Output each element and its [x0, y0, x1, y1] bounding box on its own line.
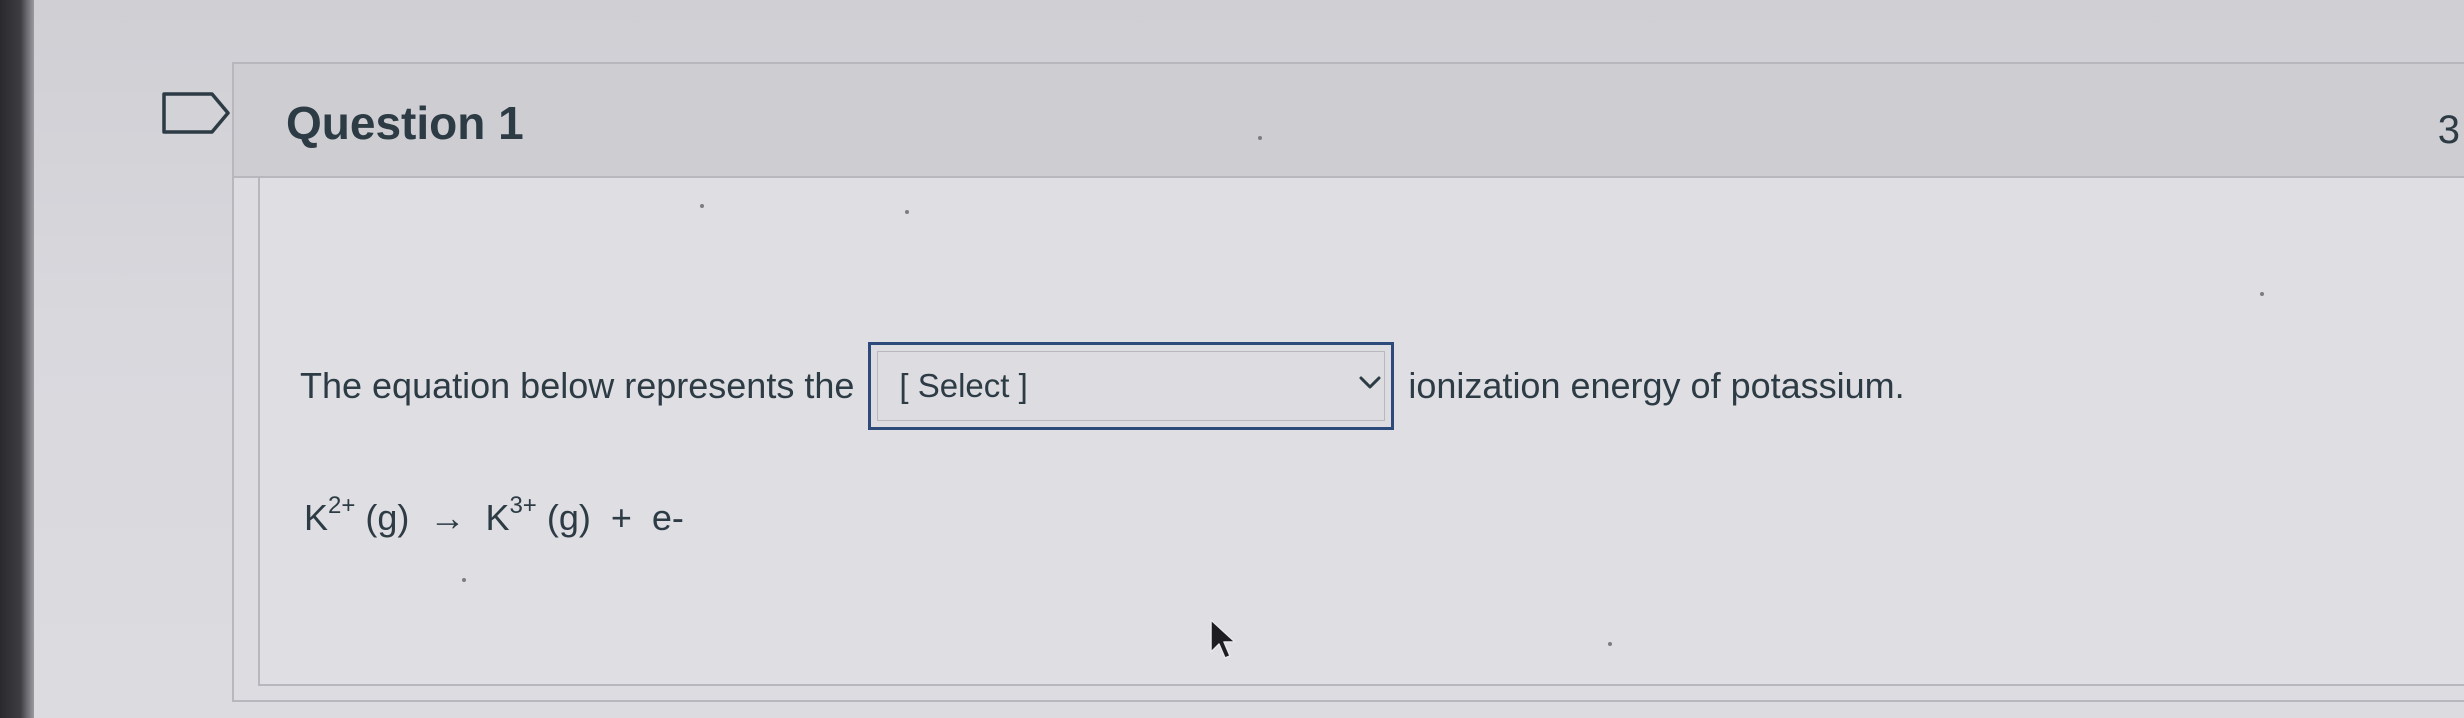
plus-sign: + [610, 497, 632, 538]
question-sentence: The equation below represents the [ Sele… [300, 342, 1905, 430]
screen-speck [2260, 292, 2264, 296]
reaction-arrow: → [429, 497, 466, 538]
screen: Question 1 3 The equation below represen… [0, 0, 2464, 718]
chemical-equation: K2+ (g) → K3+ (g) + e- [304, 492, 684, 539]
monitor-bezel [0, 0, 34, 718]
screen-speck [1608, 642, 1612, 646]
screen-speck [1258, 136, 1262, 140]
screen-speck [462, 578, 466, 582]
product-state: (g) [546, 497, 591, 538]
mouse-pointer-icon [1210, 619, 1236, 659]
reactant-charge: 2+ [328, 492, 356, 519]
electron: e- [651, 497, 684, 538]
question-title: Question 1 [286, 97, 524, 149]
select-value: [ Select ] [899, 367, 1028, 404]
screen-speck [700, 204, 704, 208]
flag-outline-icon[interactable] [160, 88, 232, 138]
product-symbol: K [485, 497, 510, 538]
question-body: The equation below represents the [ Sele… [258, 178, 2464, 686]
answer-select[interactable]: [ Select ] [868, 342, 1395, 430]
question-text-after: ionization energy of potassium. [1408, 365, 1905, 406]
reactant-symbol: K [304, 497, 329, 538]
question-points: 3 [2437, 108, 2460, 152]
screen-speck [905, 210, 909, 214]
question-header: Question 1 3 [234, 64, 2464, 178]
question-card: Question 1 3 The equation below represen… [232, 62, 2464, 702]
product-charge: 3+ [509, 492, 537, 519]
chevron-down-icon [1359, 376, 1381, 389]
question-text-before: The equation below represents the [300, 365, 855, 406]
reactant-state: (g) [365, 497, 410, 538]
